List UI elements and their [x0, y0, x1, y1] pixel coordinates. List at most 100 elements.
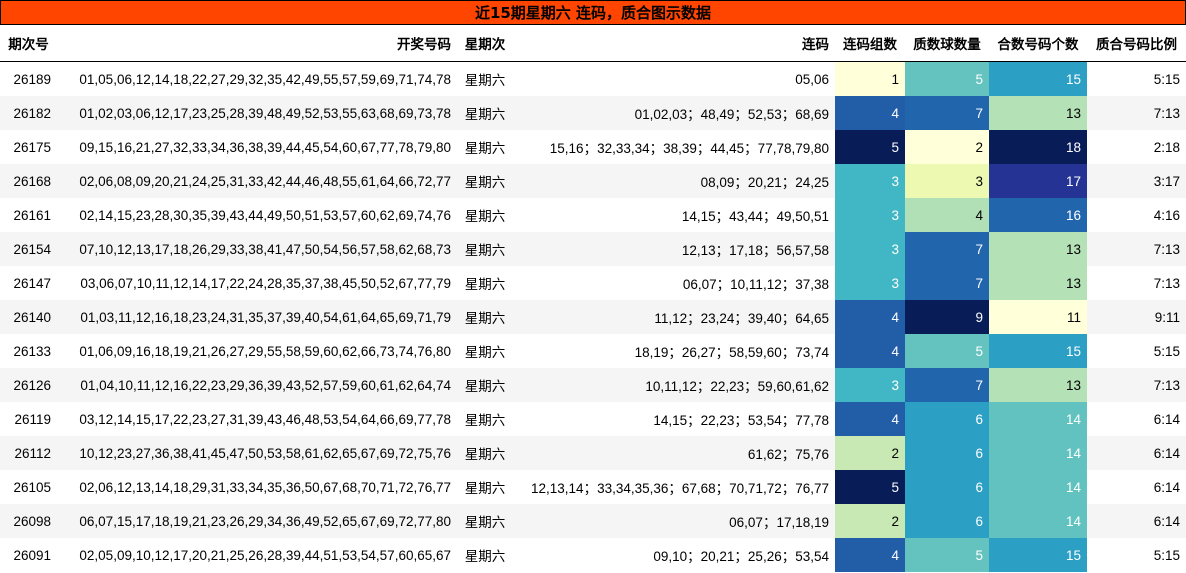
cell-groups: 4 — [835, 538, 905, 572]
cell-composites: 14 — [989, 470, 1087, 504]
cell-numbers: 03,12,14,15,17,22,23,27,31,39,43,46,48,5… — [57, 402, 457, 436]
cell-ratio: 3:17 — [1087, 164, 1186, 198]
table-row: 26126 01,04,10,11,12,16,22,23,29,36,39,43… — [0, 368, 1186, 402]
cell-numbers: 01,04,10,11,12,16,22,23,29,36,39,43,52,5… — [57, 368, 457, 402]
cell-numbers: 06,07,15,17,18,19,21,23,26,29,34,36,49,5… — [57, 504, 457, 538]
cell-consecutive: 06,07；17,18,19 — [513, 504, 835, 538]
cell-issue: 26161 — [0, 198, 57, 232]
cell-consecutive: 12,13,14；33,34,35,36；67,68；70,71,72；76,7… — [513, 470, 835, 504]
cell-weekday: 星期六 — [457, 470, 513, 504]
cell-composites: 13 — [989, 232, 1087, 266]
table-row: 26168 02,06,08,09,20,21,24,25,31,33,42,44… — [0, 164, 1186, 198]
table-row: 26189 01,05,06,12,14,18,22,27,29,32,35,42… — [0, 61, 1186, 96]
header-row: 期次号 开奖号码 星期次 连码 连码组数 质数球数量 合数号码个数 质合号码比例 — [0, 25, 1186, 62]
cell-primes: 6 — [905, 436, 989, 470]
cell-weekday: 星期六 — [457, 130, 513, 164]
table-row: 26119 03,12,14,15,17,22,23,27,31,39,43,46… — [0, 402, 1186, 436]
cell-issue: 26133 — [0, 334, 57, 368]
cell-groups: 3 — [835, 266, 905, 300]
cell-groups: 4 — [835, 402, 905, 436]
cell-weekday: 星期六 — [457, 538, 513, 572]
cell-groups: 3 — [835, 368, 905, 402]
cell-weekday: 星期六 — [457, 232, 513, 266]
cell-ratio: 7:13 — [1087, 96, 1186, 130]
cell-numbers: 10,12,23,27,36,38,41,45,47,50,53,58,61,6… — [57, 436, 457, 470]
cell-weekday: 星期六 — [457, 402, 513, 436]
cell-composites: 15 — [989, 538, 1087, 572]
cell-weekday: 星期六 — [457, 164, 513, 198]
cell-weekday: 星期六 — [457, 96, 513, 130]
cell-issue: 26105 — [0, 470, 57, 504]
cell-groups: 5 — [835, 470, 905, 504]
table-row: 26133 01,06,09,16,18,19,21,26,27,29,55,58… — [0, 334, 1186, 368]
cell-issue: 26147 — [0, 266, 57, 300]
cell-primes: 3 — [905, 164, 989, 198]
cell-ratio: 6:14 — [1087, 470, 1186, 504]
cell-numbers: 07,10,12,13,17,18,26,29,33,38,41,47,50,5… — [57, 232, 457, 266]
table-row: 26098 06,07,15,17,18,19,21,23,26,29,34,36… — [0, 504, 1186, 538]
cell-composites: 13 — [989, 96, 1087, 130]
cell-composites: 13 — [989, 266, 1087, 300]
cell-groups: 4 — [835, 96, 905, 130]
cell-composites: 18 — [989, 130, 1087, 164]
cell-consecutive: 11,12；23,24；39,40；64,65 — [513, 300, 835, 334]
cell-groups: 2 — [835, 436, 905, 470]
cell-ratio: 5:15 — [1087, 334, 1186, 368]
cell-issue: 26098 — [0, 504, 57, 538]
table-row: 26182 01,02,03,06,12,17,23,25,28,39,48,49… — [0, 96, 1186, 130]
cell-consecutive: 18,19；26,27；58,59,60；73,74 — [513, 334, 835, 368]
cell-consecutive: 61,62；75,76 — [513, 436, 835, 470]
cell-ratio: 2:18 — [1087, 130, 1186, 164]
cell-primes: 7 — [905, 96, 989, 130]
cell-primes: 4 — [905, 198, 989, 232]
cell-primes: 7 — [905, 232, 989, 266]
cell-weekday: 星期六 — [457, 198, 513, 232]
data-table-view: 近15期星期六 连码，质合图示数据 期次号 开奖号码 星期次 连码 连码组数 质… — [0, 0, 1186, 573]
table-row: 26112 10,12,23,27,36,38,41,45,47,50,53,58… — [0, 436, 1186, 470]
results-table: 期次号 开奖号码 星期次 连码 连码组数 质数球数量 合数号码个数 质合号码比例… — [0, 25, 1186, 572]
cell-groups: 2 — [835, 504, 905, 538]
cell-consecutive: 08,09；20,21；24,25 — [513, 164, 835, 198]
cell-consecutive: 15,16；32,33,34；38,39；44,45；77,78,79,80 — [513, 130, 835, 164]
cell-composites: 13 — [989, 368, 1087, 402]
cell-composites: 16 — [989, 198, 1087, 232]
cell-primes: 6 — [905, 470, 989, 504]
cell-issue: 26140 — [0, 300, 57, 334]
cell-groups: 1 — [835, 61, 905, 96]
cell-issue: 26182 — [0, 96, 57, 130]
cell-ratio: 7:13 — [1087, 232, 1186, 266]
cell-numbers: 03,06,07,10,11,12,14,17,22,24,28,35,37,3… — [57, 266, 457, 300]
cell-composites: 15 — [989, 61, 1087, 96]
cell-primes: 7 — [905, 266, 989, 300]
cell-issue: 26175 — [0, 130, 57, 164]
cell-issue: 26126 — [0, 368, 57, 402]
cell-weekday: 星期六 — [457, 266, 513, 300]
table-row: 26154 07,10,12,13,17,18,26,29,33,38,41,47… — [0, 232, 1186, 266]
cell-consecutive: 09,10；20,21；25,26；53,54 — [513, 538, 835, 572]
cell-consecutive: 14,15；22,23；53,54；77,78 — [513, 402, 835, 436]
header-primes: 质数球数量 — [905, 25, 989, 62]
header-issue: 期次号 — [0, 25, 57, 62]
cell-numbers: 09,15,16,21,27,32,33,34,36,38,39,44,45,5… — [57, 130, 457, 164]
cell-issue: 26154 — [0, 232, 57, 266]
table-row: 26140 01,03,11,12,16,18,23,24,31,35,37,39… — [0, 300, 1186, 334]
cell-weekday: 星期六 — [457, 504, 513, 538]
table-row: 26161 02,14,15,23,28,30,35,39,43,44,49,50… — [0, 198, 1186, 232]
cell-issue: 26189 — [0, 61, 57, 96]
cell-ratio: 9:11 — [1087, 300, 1186, 334]
cell-consecutive: 01,02,03；48,49；52,53；68,69 — [513, 96, 835, 130]
cell-composites: 15 — [989, 334, 1087, 368]
cell-groups: 3 — [835, 232, 905, 266]
cell-composites: 14 — [989, 436, 1087, 470]
cell-weekday: 星期六 — [457, 436, 513, 470]
cell-numbers: 01,02,03,06,12,17,23,25,28,39,48,49,52,5… — [57, 96, 457, 130]
cell-consecutive: 05,06 — [513, 61, 835, 96]
cell-consecutive: 12,13；17,18；56,57,58 — [513, 232, 835, 266]
table-row: 26147 03,06,07,10,11,12,14,17,22,24,28,35… — [0, 266, 1186, 300]
cell-composites: 14 — [989, 402, 1087, 436]
cell-ratio: 5:15 — [1087, 61, 1186, 96]
cell-issue: 26119 — [0, 402, 57, 436]
cell-numbers: 02,14,15,23,28,30,35,39,43,44,49,50,51,5… — [57, 198, 457, 232]
header-consecutive: 连码 — [513, 25, 835, 62]
cell-numbers: 02,06,12,13,14,18,29,31,33,34,35,36,50,6… — [57, 470, 457, 504]
